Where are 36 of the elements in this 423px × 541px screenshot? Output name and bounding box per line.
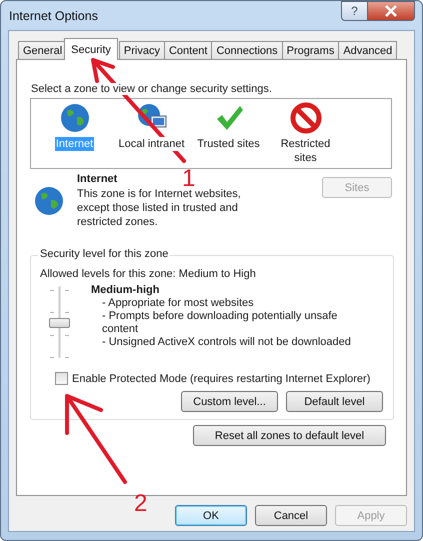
allowed-levels-text: Allowed levels for this zone: Medium to High [40, 268, 257, 280]
level-button[interactable]: Default level [286, 391, 383, 412]
level-description: - Prompts before downloading potentially unsafe content [102, 310, 338, 336]
tab[interactable]: Connections [211, 41, 283, 60]
tab[interactable]: Advanced [338, 41, 398, 60]
zone-prompt: Select a zone to view or change security settings. [31, 83, 272, 95]
tab[interactable]: Security [64, 38, 118, 60]
zone-item[interactable]: Restricted sites [268, 102, 343, 168]
close-button[interactable] [368, 1, 415, 21]
tab[interactable]: Content [164, 41, 212, 60]
tab[interactable]: Privacy [118, 41, 165, 60]
checkbox[interactable] [55, 372, 68, 385]
dialog-button[interactable]: OK [175, 505, 247, 526]
checkbox-label: Enable Protected Mode (requires restarting Internet Explorer) [72, 372, 370, 384]
prohibited-icon [290, 102, 322, 134]
zone-description: This zone is for Internet websites, except those listed in trusted and restricted zones. [77, 187, 242, 229]
zone-label: Internet [54, 137, 94, 151]
group-legend: Security level for this zone [38, 248, 170, 260]
zone-item[interactable]: Local intranet [114, 102, 189, 168]
tab[interactable]: Programs [282, 41, 340, 60]
close-icon [384, 5, 398, 17]
window-title: Internet Options [8, 8, 98, 22]
globe-icon [58, 102, 90, 134]
globe-icon [33, 185, 65, 217]
zone-label: Local intranet [117, 137, 186, 151]
slider-thumb[interactable] [48, 318, 70, 328]
help-button[interactable]: ? [341, 1, 368, 21]
zone-title: Internet [77, 173, 118, 185]
level-name: Medium-high [91, 284, 160, 296]
dialog-button[interactable]: Cancel [255, 505, 327, 526]
reset-zones-button[interactable]: Reset all zones to default level [193, 425, 386, 446]
level-description: - Unsigned ActiveX controls will not be downloaded [102, 336, 352, 349]
annotation-number: 2 [134, 490, 148, 517]
level-button[interactable]: Custom level... [181, 391, 278, 412]
zone-item[interactable]: Trusted sites [191, 102, 266, 168]
level-description: - Appropriate for most websites [102, 297, 255, 310]
